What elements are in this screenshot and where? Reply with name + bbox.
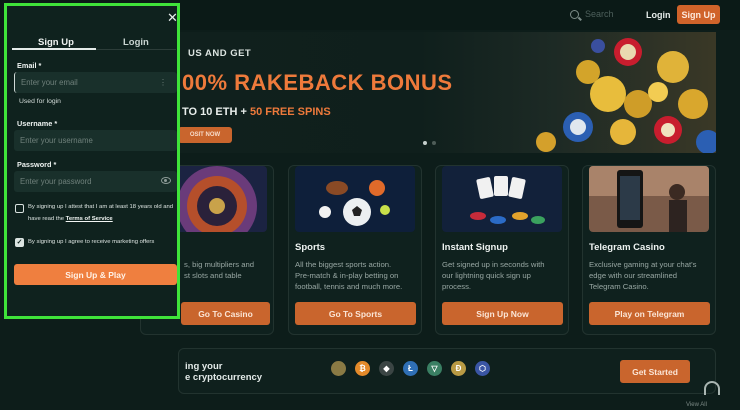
go-to-sports-button[interactable]: Go To Sports — [295, 302, 416, 325]
password-field[interactable] — [14, 171, 177, 192]
crypto-banner: ing your e cryptocurrency ₿ ◆ Ł ▽ Ð ⬡ Get Sta… — [178, 348, 716, 394]
banner-line-3: TO 10 ETH + 50 FREE SPINS — [182, 106, 331, 118]
usdc-coin-icon — [331, 361, 346, 376]
deposit-now-button[interactable]: OSIT NOW — [178, 127, 232, 143]
page: Search Login Sign Up US AND GET 00% RAKE… — [0, 0, 740, 410]
email-hint: Used for login — [19, 98, 61, 105]
header-signup-button[interactable]: Sign Up — [677, 5, 720, 24]
banner-dot-1[interactable] — [423, 141, 427, 145]
ethereum-icon: ◆ — [379, 361, 394, 376]
search-box[interactable]: Search — [570, 9, 614, 19]
banner-pagination[interactable] — [423, 141, 436, 145]
sports-image — [295, 166, 415, 232]
card-title: Telegram Casino — [589, 242, 665, 253]
card-title: Sports — [295, 242, 326, 253]
banner-dot-2[interactable] — [432, 141, 436, 145]
banner-headline: 00% RAKEBACK BONUS — [182, 70, 453, 95]
instant-signup-card[interactable]: Instant Signup Get signed up in seconds … — [435, 165, 569, 335]
tron-icon: ▽ — [427, 361, 442, 376]
card-description: Exclusive gaming at your chat's edge wit… — [589, 260, 697, 291]
active-tab-indicator — [12, 48, 96, 50]
password-label: Password * — [17, 160, 57, 169]
play-on-telegram-button[interactable]: Play on Telegram — [589, 302, 710, 325]
bitcoin-icon: ₿ — [355, 361, 370, 376]
get-started-button[interactable]: Get Started — [620, 360, 690, 383]
card-description: s, big multipliers and st slots and tabl… — [184, 260, 255, 280]
crypto-banner-line-1: ing your — [185, 361, 223, 372]
sign-up-now-button[interactable]: Sign Up Now — [442, 302, 563, 325]
dogecoin-icon: Ð — [451, 361, 466, 376]
sports-card[interactable]: Sports All the biggest sports action. Pr… — [288, 165, 422, 335]
card-description: All the biggest sports action. Pre-match… — [295, 260, 403, 291]
age-confirm-text: By signing up I attest that I am at leas… — [28, 204, 174, 222]
signup-modal: ✕ Sign Up Login Email * ⋮ Used for login… — [4, 3, 180, 319]
promo-banner[interactable]: US AND GET 00% RAKEBACK BONUS TO 10 ETH … — [178, 32, 716, 153]
view-all-link[interactable]: View All — [686, 402, 707, 408]
username-label: Username * — [17, 119, 58, 128]
autofill-key-icon: ⋮ — [159, 78, 167, 87]
tab-login[interactable]: Login — [123, 37, 149, 48]
sign-up-and-play-button[interactable]: Sign Up & Play — [14, 264, 177, 285]
age-confirm-checkbox[interactable] — [15, 204, 24, 213]
card-description: Get signed up in seconds with our lightn… — [442, 260, 545, 291]
tab-sign-up[interactable]: Sign Up — [38, 37, 74, 48]
email-field[interactable] — [14, 72, 177, 93]
banner-line-1: US AND GET — [188, 48, 252, 59]
marketing-text: By signing up I agree to receive marketi… — [28, 239, 155, 245]
crypto-banner-line-2: e cryptocurrency — [185, 372, 263, 383]
coins-and-chips-illustration — [536, 38, 716, 153]
telegram-app-image — [589, 166, 709, 232]
marketing-checkbox[interactable]: ✓ — [15, 238, 24, 247]
search-icon — [570, 9, 579, 19]
card-title: Instant Signup — [442, 242, 508, 253]
cards-and-chips-image — [442, 166, 562, 232]
terms-of-service-link[interactable]: Terms of Service — [66, 216, 113, 222]
crypto-coin-list: ₿ ◆ Ł ▽ Ð ⬡ — [331, 361, 490, 376]
support-headset-icon[interactable] — [704, 381, 720, 395]
telegram-casino-card[interactable]: Telegram Casino Exclusive gaming at your… — [582, 165, 716, 335]
show-password-eye-icon[interactable] — [161, 177, 171, 184]
search-placeholder: Search — [585, 9, 614, 19]
litecoin-icon: Ł — [403, 361, 418, 376]
chainlink-icon: ⬡ — [475, 361, 490, 376]
header-login-button[interactable]: Login — [646, 10, 671, 20]
go-to-casino-button[interactable]: Go To Casino — [181, 302, 270, 325]
username-field[interactable] — [14, 130, 177, 151]
email-label: Email * — [17, 61, 42, 70]
close-icon[interactable]: ✕ — [167, 11, 178, 24]
